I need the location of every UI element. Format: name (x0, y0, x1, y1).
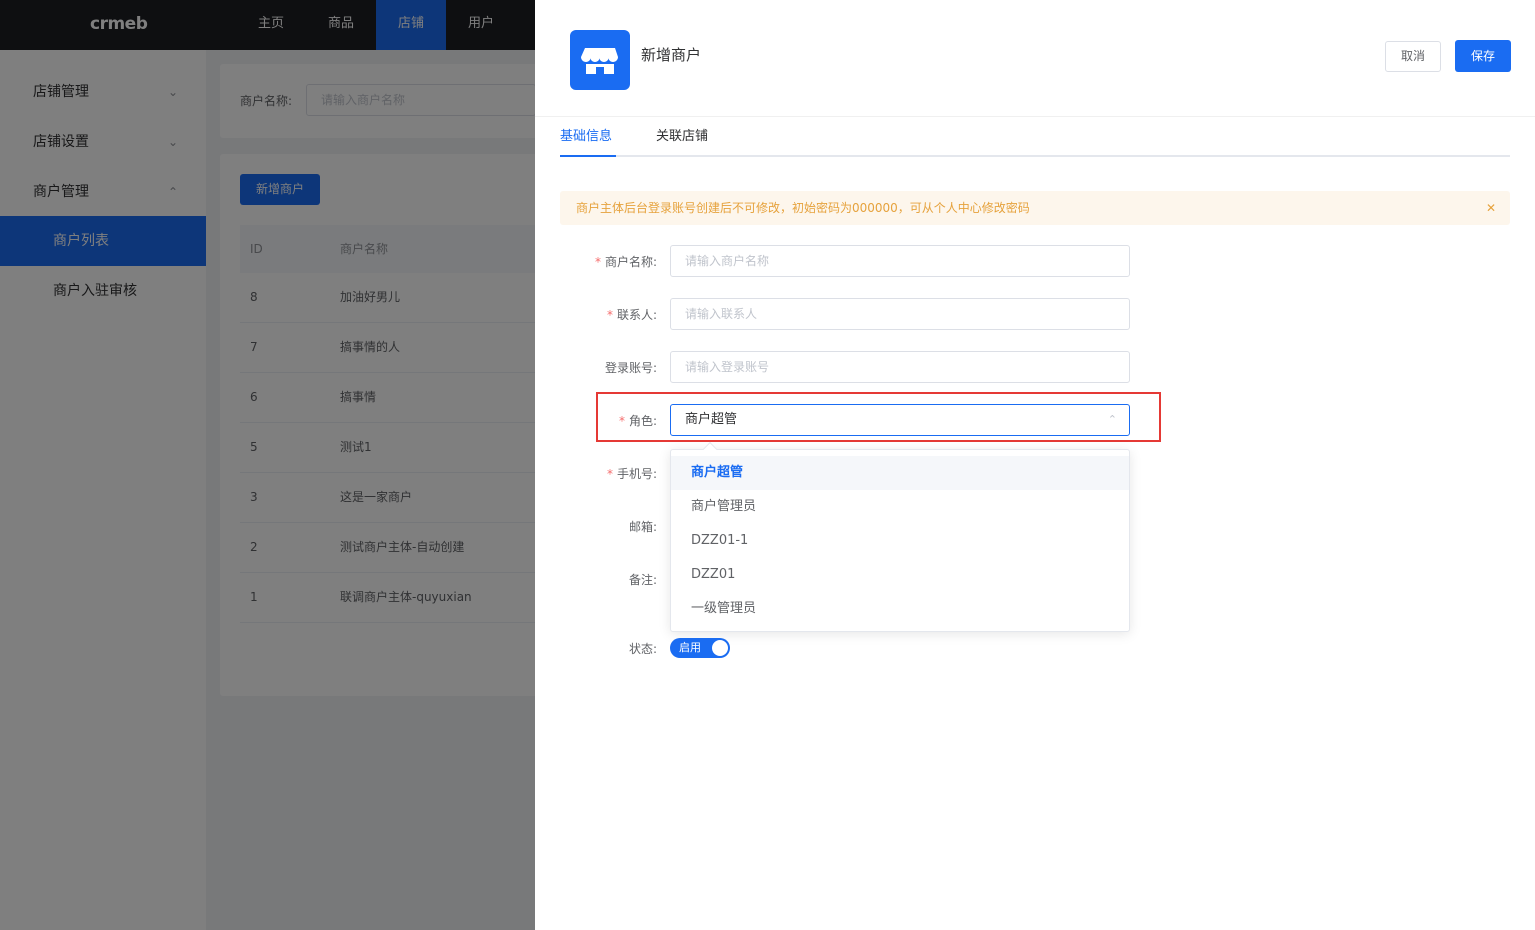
role-option[interactable]: 商户管理员 (671, 490, 1129, 524)
required-mark: * (606, 308, 613, 322)
role-label: * 角色: (618, 414, 657, 428)
role-select-value: 商户超管 (685, 412, 738, 427)
tab-linked-stores[interactable]: 关联店铺 (656, 117, 708, 157)
cancel-button[interactable]: 取消 (1385, 41, 1441, 72)
login-account-input[interactable]: 请输入登录账号 (670, 351, 1130, 383)
merchant-name-label: * 商户名称: (594, 255, 657, 269)
role-option[interactable]: 一级管理员 (671, 592, 1129, 626)
drawer-header: 新增商户 取消 保存 (535, 0, 1535, 117)
status-toggle[interactable]: 启用 (670, 638, 730, 658)
role-option[interactable]: DZZ01-1 (671, 524, 1129, 558)
phone-label: * 手机号: (606, 467, 657, 481)
store-icon (570, 30, 630, 90)
merchant-name-input[interactable]: 请输入商户名称 (670, 245, 1130, 277)
role-option[interactable]: 商户超管 (671, 456, 1129, 490)
required-mark: * (606, 467, 613, 481)
dropdown-arrow (702, 441, 718, 457)
status-label: 状态: (628, 642, 657, 656)
add-merchant-drawer: 新增商户 取消 保存 基础信息 关联店铺 商户主体后台登录账号创建后不可修改，初… (535, 0, 1535, 930)
role-select[interactable]: 商户超管 ⌃ (670, 404, 1130, 436)
tab-basic-info[interactable]: 基础信息 (560, 117, 612, 157)
remark-label: 备注: (628, 573, 657, 587)
close-icon[interactable]: ✕ (1486, 191, 1496, 225)
drawer-title: 新增商户 (641, 46, 702, 64)
toggle-knob (712, 640, 728, 656)
status-toggle-text: 启用 (679, 641, 701, 654)
email-label: 邮箱: (628, 520, 657, 534)
warning-alert: 商户主体后台登录账号创建后不可修改，初始密码为000000，可从个人中心修改密码… (560, 191, 1510, 225)
contact-input[interactable]: 请输入联系人 (670, 298, 1130, 330)
required-mark: * (618, 414, 625, 428)
alert-message: 商户主体后台登录账号创建后不可修改，初始密码为000000，可从个人中心修改密码 (576, 201, 1030, 215)
role-option[interactable]: DZZ01 (671, 558, 1129, 592)
login-account-label: 登录账号: (604, 361, 657, 375)
save-button[interactable]: 保存 (1455, 40, 1511, 72)
contact-label: * 联系人: (606, 308, 657, 322)
active-tab-indicator (560, 155, 616, 157)
drawer-tabs: 基础信息 关联店铺 (560, 117, 1510, 157)
chevron-up-icon: ⌃ (1107, 413, 1117, 426)
required-mark: * (594, 255, 601, 269)
role-dropdown-menu: 商户超管 商户管理员 DZZ01-1 DZZ01 一级管理员 (670, 441, 1130, 632)
